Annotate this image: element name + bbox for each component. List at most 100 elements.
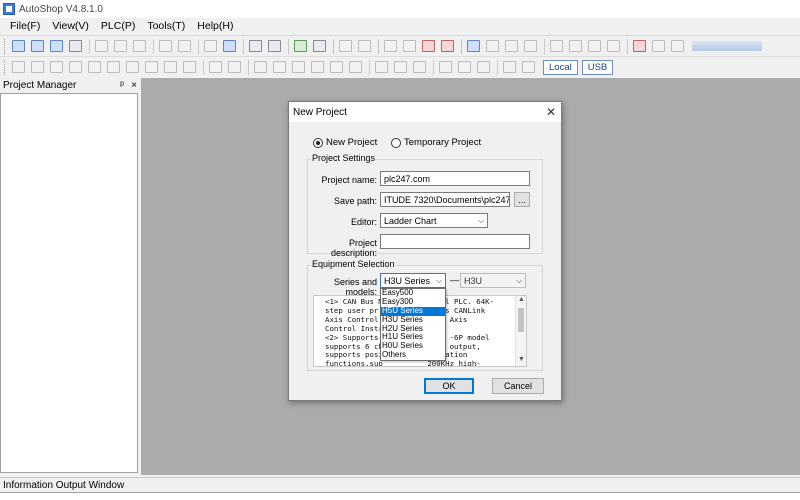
import-icon[interactable] — [650, 38, 667, 55]
usb-button[interactable]: USB — [581, 59, 614, 75]
ladder-tool-7-icon[interactable] — [124, 59, 141, 76]
ladder-vline-icon[interactable] — [226, 59, 243, 76]
toolbar-separator — [248, 59, 249, 75]
print-icon[interactable] — [67, 38, 84, 55]
windows-icon[interactable] — [292, 38, 309, 55]
close-icon[interactable]: × — [128, 80, 140, 91]
ladder-tool-1-icon[interactable] — [10, 59, 27, 76]
project-description-label: Project description: — [330, 238, 377, 258]
instruction-icon[interactable] — [347, 59, 364, 76]
function2-icon[interactable] — [392, 59, 409, 76]
info-output-body[interactable] — [0, 492, 800, 500]
editor-select[interactable]: Ladder Chart ⌵ — [380, 213, 488, 228]
grid3-icon[interactable] — [586, 38, 603, 55]
toolbar-separator — [433, 59, 434, 75]
dropdown-option[interactable]: Others — [381, 350, 445, 360]
pin-icon[interactable]: ᵖ — [116, 80, 128, 91]
save-path-input[interactable]: ITUDE 7320\Documents\plc247.com\ — [380, 192, 510, 207]
redo-icon[interactable] — [176, 38, 193, 55]
window-icon[interactable] — [311, 38, 328, 55]
ladder-tool-9-icon[interactable] — [162, 59, 179, 76]
project-manager-tree[interactable] — [0, 93, 138, 473]
network2-icon[interactable] — [266, 38, 283, 55]
ladder-tool-10-icon[interactable] — [181, 59, 198, 76]
plc-icon[interactable] — [631, 38, 648, 55]
ladder-tool-5-icon[interactable] — [86, 59, 103, 76]
main-toolbar — [0, 35, 800, 56]
function-icon[interactable] — [373, 59, 390, 76]
compile-all-icon[interactable] — [356, 38, 373, 55]
function3-icon[interactable] — [411, 59, 428, 76]
undo-icon[interactable] — [157, 38, 174, 55]
download-icon[interactable] — [420, 38, 437, 55]
scroll-thumb[interactable] — [518, 308, 524, 332]
network-icon[interactable] — [247, 38, 264, 55]
ladder-tool-4-icon[interactable] — [67, 59, 84, 76]
dialog-titlebar: New Project ✕ — [289, 102, 561, 122]
project-name-input[interactable]: plc247.com — [380, 171, 530, 186]
ladder-tool-2-icon[interactable] — [29, 59, 46, 76]
menu-file[interactable]: File(F) — [4, 20, 46, 32]
radio-button[interactable] — [313, 137, 323, 148]
close-icon[interactable]: ✕ — [541, 105, 561, 119]
write-icon[interactable] — [503, 38, 520, 55]
toolbar-grip[interactable] — [4, 59, 7, 75]
browse-button[interactable]: ... — [514, 192, 530, 207]
delete-icon[interactable] — [202, 38, 219, 55]
upload-icon[interactable] — [439, 38, 456, 55]
paste-icon[interactable] — [131, 38, 148, 55]
monitor-icon[interactable] — [465, 38, 482, 55]
ladder-tool-6-icon[interactable] — [105, 59, 122, 76]
editor-select-value: Ladder Chart — [384, 215, 437, 226]
arrow-down-icon[interactable] — [520, 59, 537, 76]
local-button[interactable]: Local — [543, 59, 578, 75]
scroll-down-icon[interactable]: ▼ — [516, 356, 526, 366]
export-icon[interactable] — [669, 38, 686, 55]
description-scrollbar[interactable]: ▲ ▼ — [515, 296, 526, 366]
grid4-icon[interactable] — [605, 38, 622, 55]
grid2-icon[interactable] — [567, 38, 584, 55]
contact-no-icon[interactable] — [252, 59, 269, 76]
radio-temporary-project[interactable]: Temporary Project — [391, 137, 481, 148]
series-select[interactable]: H3U Series ⌵ — [380, 273, 446, 288]
info-output-header: Information Output Window — [0, 477, 800, 492]
ladder-tool-8-icon[interactable] — [143, 59, 160, 76]
open-folder-icon[interactable] — [29, 38, 46, 55]
menu-plc[interactable]: PLC(P) — [95, 20, 141, 32]
arrow-up-icon[interactable] — [501, 59, 518, 76]
ok-button[interactable]: OK — [424, 378, 474, 394]
window-title: AutoShop V4.8.1.0 — [19, 3, 103, 15]
new-file-icon[interactable] — [10, 38, 27, 55]
menu-tools[interactable]: Tools(T) — [141, 20, 191, 32]
ladder-tool-3-icon[interactable] — [48, 59, 65, 76]
coil-icon[interactable] — [328, 59, 345, 76]
radio-temp-label: Temporary Project — [404, 137, 482, 148]
invert-icon[interactable] — [456, 59, 473, 76]
project-description-input[interactable] — [380, 234, 530, 249]
compile-icon[interactable] — [337, 38, 354, 55]
pen-icon[interactable] — [522, 38, 539, 55]
menu-help[interactable]: Help(H) — [191, 20, 239, 32]
scroll-up-icon[interactable]: ▲ — [516, 296, 526, 306]
save-icon[interactable] — [48, 38, 65, 55]
copy-icon[interactable] — [112, 38, 129, 55]
contact-n-icon[interactable] — [309, 59, 326, 76]
run-icon[interactable] — [382, 38, 399, 55]
search-icon[interactable] — [221, 38, 238, 55]
contact-nc-icon[interactable] — [271, 59, 288, 76]
model-select[interactable]: H3U ⌵ — [460, 273, 526, 288]
line-icon[interactable] — [437, 59, 454, 76]
cancel-button[interactable]: Cancel — [492, 378, 544, 394]
radio-new-project[interactable]: New Project — [313, 137, 377, 148]
ladder-hline-icon[interactable] — [207, 59, 224, 76]
menu-view[interactable]: View(V) — [46, 20, 95, 32]
edit-monitor-icon[interactable] — [484, 38, 501, 55]
info-output-title: Information Output Window — [3, 479, 125, 491]
line2-icon[interactable] — [475, 59, 492, 76]
toolbar-grip[interactable] — [4, 38, 7, 54]
grid-icon[interactable] — [548, 38, 565, 55]
stop-icon[interactable] — [401, 38, 418, 55]
radio-button[interactable] — [391, 137, 401, 148]
cut-icon[interactable] — [93, 38, 110, 55]
contact-p-icon[interactable] — [290, 59, 307, 76]
